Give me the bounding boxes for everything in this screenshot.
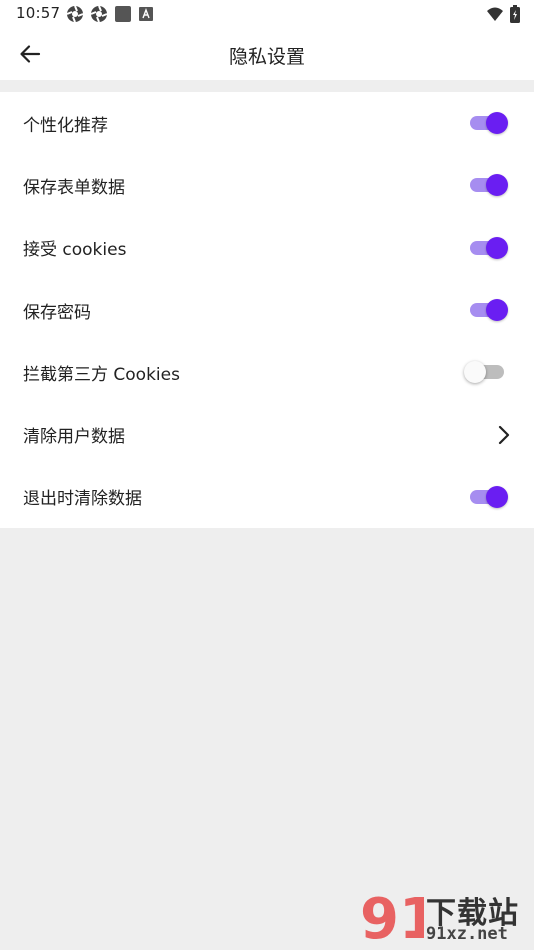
setting-label: 拦截第三方 Cookies — [23, 364, 180, 385]
toggle-switch[interactable] — [470, 298, 508, 322]
setting-clear-user-data[interactable]: 清除用户数据 — [0, 403, 534, 465]
battery-icon — [510, 5, 520, 27]
setting-label: 保存表单数据 — [23, 177, 125, 198]
status-time: 10:57 — [16, 4, 61, 22]
watermark: 91 下载站 91xz.net — [360, 886, 530, 948]
app-bar: 隐私设置 — [0, 28, 534, 80]
system-icons — [486, 5, 520, 27]
setting-clear-data-on-exit[interactable]: 退出时清除数据 — [0, 466, 534, 528]
toggle-switch[interactable] — [464, 360, 508, 384]
setting-block-third-party-cookies[interactable]: 拦截第三方 Cookies — [0, 341, 534, 403]
wifi-icon — [486, 6, 504, 26]
aperture-icon — [66, 5, 84, 27]
chevron-right-icon — [498, 425, 510, 444]
page-title: 隐私设置 — [228, 46, 305, 68]
setting-personalized-recommendation[interactable]: 个性化推荐 — [0, 92, 534, 154]
watermark-url: 91xz.net — [426, 924, 508, 944]
privacy-settings-list: 个性化推荐 保存表单数据 接受 cookies 保存密码 拦截第三方 Cooki… — [0, 92, 534, 528]
toggle-switch[interactable] — [470, 485, 508, 509]
notification-icons — [66, 5, 154, 27]
setting-label: 退出时清除数据 — [23, 489, 142, 510]
setting-save-form-data[interactable]: 保存表单数据 — [0, 154, 534, 216]
aperture-icon — [90, 5, 108, 27]
keyboard-a-icon — [138, 6, 154, 26]
setting-accept-cookies[interactable]: 接受 cookies — [0, 217, 534, 279]
svg-text:91: 91 — [360, 887, 424, 948]
setting-label: 保存密码 — [23, 302, 91, 323]
setting-label: 清除用户数据 — [23, 427, 125, 448]
toggle-switch[interactable] — [470, 111, 508, 135]
setting-save-password[interactable]: 保存密码 — [0, 279, 534, 341]
toggle-switch[interactable] — [470, 173, 508, 197]
watermark-logo: 91 — [360, 887, 424, 948]
toggle-switch[interactable] — [470, 236, 508, 260]
square-icon — [114, 5, 132, 27]
setting-label: 个性化推荐 — [23, 115, 108, 136]
status-bar: 10:57 — [0, 0, 534, 28]
setting-label: 接受 cookies — [23, 240, 127, 261]
